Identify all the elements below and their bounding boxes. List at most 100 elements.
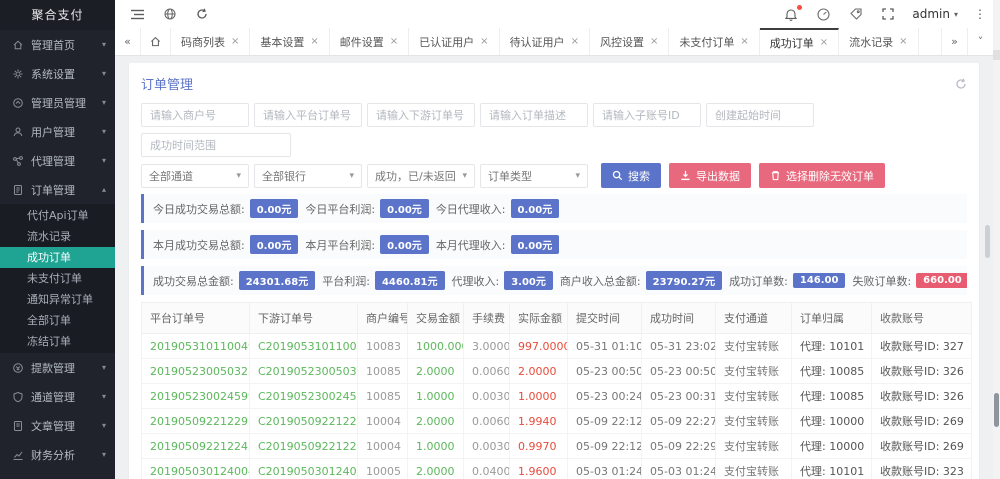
tab-home[interactable] <box>141 28 171 55</box>
sidebar-subitem[interactable]: 通知异常订单 <box>0 289 115 310</box>
chevron-down-icon: ▾ <box>102 98 106 107</box>
filter-input-5[interactable] <box>593 103 701 127</box>
close-icon[interactable]: × <box>231 36 239 47</box>
sidebar-item-label: 订单管理 <box>31 182 102 198</box>
filter-input-4[interactable] <box>480 103 588 127</box>
tab-8[interactable]: 成功订单 × <box>760 28 839 55</box>
inner-scrollbar-thumb[interactable] <box>985 225 990 258</box>
close-icon[interactable]: × <box>310 36 318 47</box>
close-icon[interactable]: × <box>820 37 828 48</box>
close-icon[interactable]: × <box>740 36 748 47</box>
stat-value-badge: 0.00元 <box>511 199 560 218</box>
stat-label: 本月成功交易总额: <box>153 237 245 253</box>
menu-toggle-icon[interactable] <box>131 9 144 20</box>
globe-icon[interactable] <box>164 8 176 20</box>
filter-select-2[interactable]: 全部银行▾ <box>254 164 362 188</box>
tabs-scroll-left[interactable]: « <box>115 28 141 55</box>
sidebar-item-label: 用户管理 <box>31 124 102 140</box>
delete-invalid-orders-button-icon <box>770 170 781 181</box>
sidebar-subitem[interactable]: 冻结订单 <box>0 331 115 352</box>
stat-item: 商户收入总金额:23790.27元 <box>560 271 722 290</box>
tab-label: 成功订单 <box>770 35 814 51</box>
vertical-scrollbar[interactable] <box>993 0 1000 479</box>
sidebar-item-9[interactable]: 文章管理▾ <box>0 411 115 440</box>
tab-2[interactable]: 基本设置× <box>250 28 329 55</box>
sidebar-item-1[interactable]: 管理首页▾ <box>0 30 115 59</box>
close-icon[interactable]: × <box>480 36 488 47</box>
sidebar-item-8[interactable]: 通道管理▾ <box>0 382 115 411</box>
username: admin <box>912 7 950 21</box>
stat-value-badge: 0.00元 <box>511 235 560 254</box>
tabs-scroll-right[interactable]: » <box>941 28 967 55</box>
tab-3[interactable]: 邮件设置× <box>330 28 409 55</box>
cell: 收款账号ID: 326 <box>872 384 972 409</box>
success-time-range-input[interactable] <box>141 133 291 157</box>
tabs-menu-dropdown[interactable]: ˅ <box>967 28 993 55</box>
close-icon[interactable]: × <box>390 36 398 47</box>
sidebar-item-5[interactable]: 代理管理▾ <box>0 146 115 175</box>
tab-4[interactable]: 已认证用户× <box>409 28 499 55</box>
sidebar-subitem[interactable]: 代付Api订单 <box>0 205 115 226</box>
scrollbar-thumb[interactable] <box>994 393 999 427</box>
tab-6[interactable]: 风控设置 × <box>590 28 669 55</box>
tag-icon[interactable] <box>850 8 862 20</box>
stat-item: 本月代理收入:0.00元 <box>436 235 559 254</box>
col-header-1: 平台订单号 <box>142 303 250 334</box>
filter-input-2[interactable] <box>254 103 362 127</box>
sidebar-item-2[interactable]: 系统设置▾ <box>0 59 115 88</box>
tabs-holder: 码商列表×基本设置×邮件设置×已认证用户×待认证用户×风控设置×未支付订单×成功… <box>171 28 919 55</box>
filter-select-3[interactable]: 成功，已/未返回▾ <box>367 164 475 188</box>
tab-7[interactable]: 未支付订单× <box>669 28 759 55</box>
card-refresh-icon[interactable] <box>955 78 967 90</box>
filter-input-1[interactable] <box>141 103 249 127</box>
user-menu[interactable]: admin ▾ <box>912 7 958 21</box>
dashboard-gauge-icon[interactable] <box>817 8 830 21</box>
sidebar-item-6[interactable]: 订单管理▴ <box>0 175 115 204</box>
cell: 2.0000 <box>510 359 568 384</box>
cell: 2.0000 <box>408 459 464 479</box>
tab-9[interactable]: 流水记录× <box>839 28 918 55</box>
export-data-button-label: 导出数据 <box>696 168 740 184</box>
close-icon[interactable]: × <box>899 36 907 47</box>
sidebar-subitem[interactable]: 未支付订单 <box>0 268 115 289</box>
col-header-9: 支付通道 <box>716 303 792 334</box>
chevron-down-icon: ▾ <box>102 127 106 136</box>
cell: 2.0000 <box>408 359 464 384</box>
filter-input-3[interactable] <box>367 103 475 127</box>
tab-1[interactable]: 码商列表× <box>171 28 250 55</box>
cell: 05-09 22:12:29 <box>568 409 642 434</box>
sidebar-item-label: 代理管理 <box>31 153 102 169</box>
refresh-icon[interactable] <box>196 8 208 20</box>
cell: C20190503012400427722 <box>250 459 358 479</box>
sidebar-subitem[interactable]: 全部订单 <box>0 310 115 331</box>
tab-label: 风控设置 <box>600 34 644 50</box>
filter-select-1[interactable]: 全部通道▾ <box>141 164 249 188</box>
more-options-icon[interactable]: ⋮ <box>974 7 986 21</box>
stat-label: 成功订单数: <box>729 273 788 289</box>
cell: 10005 <box>358 459 408 479</box>
tab-5[interactable]: 待认证用户× <box>500 28 590 55</box>
close-icon[interactable]: × <box>650 36 658 47</box>
sidebar-item-10[interactable]: 财务分析▾ <box>0 440 115 469</box>
close-icon[interactable]: × <box>571 36 579 47</box>
sidebar-item-7[interactable]: 提款管理▾ <box>0 353 115 382</box>
delete-invalid-orders-button[interactable]: 选择删除无效订单 <box>759 163 885 188</box>
cell: 05-31 01:10:04 <box>568 334 642 359</box>
col-header-6: 实际金额 <box>510 303 568 334</box>
sidebar-subitem[interactable]: 流水记录 <box>0 226 115 247</box>
cell: 代理: 10000 <box>792 409 872 434</box>
export-data-button[interactable]: 导出数据 <box>669 163 751 188</box>
cell: 1000.0000 <box>408 334 464 359</box>
filter-input-6[interactable] <box>706 103 814 127</box>
sidebar-item-4[interactable]: 用户管理▾ <box>0 117 115 146</box>
filter-select-4[interactable]: 订单类型▾ <box>480 164 588 188</box>
col-header-8: 成功时间 <box>642 303 716 334</box>
sidebar-item-3[interactable]: 管理员管理▾ <box>0 88 115 117</box>
fullscreen-icon[interactable] <box>882 8 894 20</box>
search-button[interactable]: 搜索 <box>601 163 661 188</box>
cell: 支付宝转账 <box>716 434 792 459</box>
sidebar-subitem-active[interactable]: 成功订单 <box>0 247 115 268</box>
notification-bell-icon[interactable] <box>785 8 797 21</box>
cell: 支付宝转账 <box>716 334 792 359</box>
notification-dot <box>797 5 802 10</box>
